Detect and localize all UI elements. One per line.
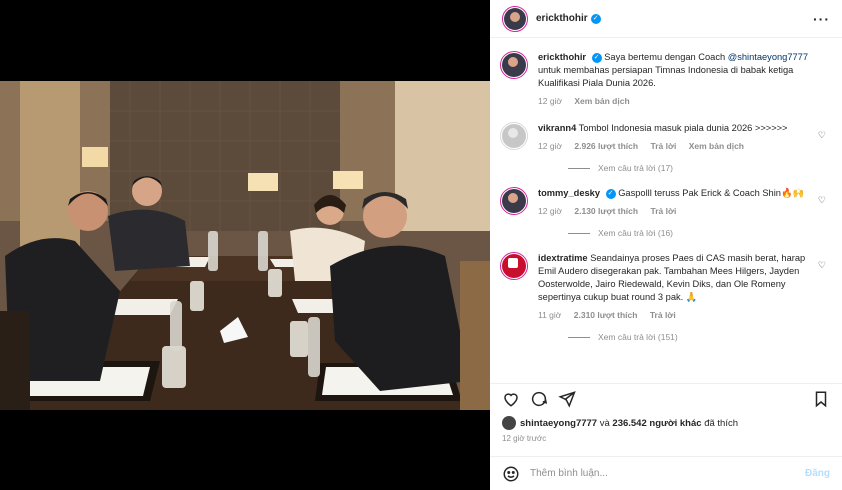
caption-time[interactable]: 12 giờ xyxy=(538,96,562,106)
view-replies-button[interactable]: Xem câu trả lời (17) xyxy=(568,163,830,173)
comment-item: idextratime Seandainya proses Paes di CA… xyxy=(500,252,830,322)
comment-reply-button[interactable]: Trả lời xyxy=(650,206,676,216)
share-send-icon[interactable] xyxy=(558,390,576,408)
verified-badge-icon: ✓ xyxy=(605,188,616,199)
avatar[interactable] xyxy=(502,416,516,430)
comment-text: Tombol Indonesia masuk piala dunia 2026 … xyxy=(578,123,788,133)
view-replies-button[interactable]: Xem câu trả lời (16) xyxy=(568,228,830,238)
caption-text-after: untuk membahas persiapan Timnas Indonesi… xyxy=(538,65,794,88)
likes-summary: shintaeyong7777 và 236.542 người khác đã… xyxy=(502,416,738,430)
caption: erickthohir ✓ Saya bertemu dengan Coach … xyxy=(500,51,830,108)
comment-time[interactable]: 11 giờ xyxy=(538,310,561,320)
post-comment-button[interactable]: Đăng xyxy=(805,468,830,479)
comment-input[interactable] xyxy=(530,468,805,479)
liked-by-username[interactable]: shintaeyong7777 xyxy=(520,418,597,429)
likes-count[interactable]: 236.542 người khác xyxy=(612,418,701,429)
post-photo xyxy=(0,81,490,410)
caption-mention-link[interactable]: @shintaeyong7777 xyxy=(728,52,808,62)
posted-time[interactable]: 12 giờ trước xyxy=(502,434,546,443)
comment-likes[interactable]: 2.130 lượt thích xyxy=(574,206,638,216)
avatar[interactable] xyxy=(500,252,528,280)
more-options-icon[interactable]: ··· xyxy=(813,11,830,27)
comment-username[interactable]: vikrann4 xyxy=(538,123,576,133)
comment-icon[interactable] xyxy=(530,390,548,408)
instagram-post-modal: erickthohir ✓ ··· erickthohir ✓ Saya ber… xyxy=(0,0,842,490)
comment-username[interactable]: idextratime xyxy=(538,253,588,263)
comments-list[interactable]: erickthohir ✓ Saya bertemu dengan Coach … xyxy=(490,39,842,380)
likes-connector: và xyxy=(597,417,613,429)
view-replies-button[interactable]: Xem câu trả lời (151) xyxy=(568,332,830,342)
post-author-username[interactable]: erickthohir xyxy=(536,13,588,24)
comment-text: Gaspolll teruss Pak Erick & Coach Shin🔥🙌 xyxy=(618,188,805,198)
post-media[interactable] xyxy=(0,0,490,490)
caption-username[interactable]: erickthohir xyxy=(538,52,586,62)
verified-badge-icon: ✓ xyxy=(591,52,602,63)
like-comment-heart-icon[interactable]: ♡ xyxy=(818,195,826,206)
caption-text-before: Saya bertemu dengan Coach xyxy=(604,52,728,62)
caption-translate-link[interactable]: Xem bản dịch xyxy=(574,96,629,106)
comment-likes[interactable]: 2.310 lượt thích xyxy=(574,310,638,320)
add-comment-bar: Đăng xyxy=(490,456,842,490)
post-actions-bar xyxy=(490,383,842,413)
post-header: erickthohir ✓ ··· xyxy=(490,0,842,38)
comment-time[interactable]: 12 giờ xyxy=(538,206,562,216)
comment-time[interactable]: 12 giờ xyxy=(538,141,562,151)
comment-item: vikrann4 Tombol Indonesia masuk piala du… xyxy=(500,122,830,153)
comment-likes[interactable]: 2.926 lượt thích xyxy=(574,141,638,151)
post-side-panel: erickthohir ✓ ··· erickthohir ✓ Saya ber… xyxy=(490,0,842,490)
comment-item: tommy_desky ✓ Gaspolll teruss Pak Erick … xyxy=(500,187,830,218)
likes-suffix: đã thích xyxy=(701,417,739,429)
comment-reply-button[interactable]: Trả lời xyxy=(650,310,676,320)
like-comment-heart-icon[interactable]: ♡ xyxy=(818,260,826,271)
comment-username[interactable]: tommy_desky xyxy=(538,188,600,198)
comment-translate-link[interactable]: Xem bản dịch xyxy=(689,141,744,151)
avatar[interactable] xyxy=(502,5,528,32)
like-heart-icon[interactable] xyxy=(502,390,520,408)
verified-badge-icon: ✓ xyxy=(590,13,601,24)
emoji-icon[interactable] xyxy=(502,465,520,483)
comment-reply-button[interactable]: Trả lời xyxy=(650,141,676,151)
avatar[interactable] xyxy=(500,122,528,150)
avatar[interactable] xyxy=(500,51,528,79)
avatar[interactable] xyxy=(500,187,528,215)
like-comment-heart-icon[interactable]: ♡ xyxy=(818,130,826,141)
save-bookmark-icon[interactable] xyxy=(812,390,830,408)
